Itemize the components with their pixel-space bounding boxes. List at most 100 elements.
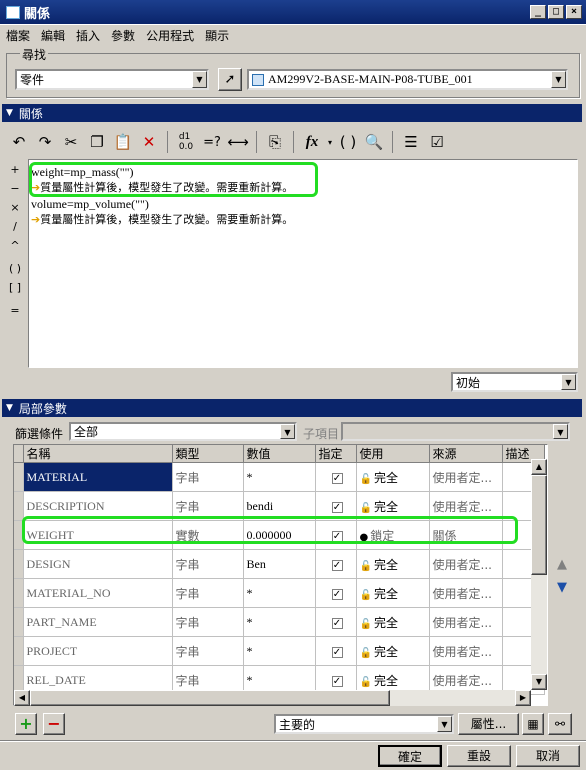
maximize-button[interactable]: □ [548, 5, 564, 19]
parentheses-operator[interactable]: ( ) [5, 259, 25, 278]
param-value-cell[interactable]: * [243, 636, 316, 666]
equals-operator[interactable]: = [5, 301, 25, 320]
power-operator[interactable]: ^ [5, 236, 25, 255]
param-access-cell[interactable]: 🔓 完全 [356, 549, 430, 579]
param-name-cell[interactable]: PROJECT [23, 636, 173, 666]
multiply-operator[interactable]: × [5, 198, 25, 217]
param-type-cell[interactable]: 字串 [172, 636, 244, 666]
designated-checkbox[interactable]: ✓ [331, 617, 343, 629]
designated-checkbox[interactable]: ✓ [331, 559, 343, 571]
redo-icon[interactable]: ↷ [32, 130, 58, 154]
table-row[interactable]: PART_NAME 字串 * ✓ 🔓 完全 使用者定... [14, 607, 545, 637]
view-select[interactable]: 初始 ▼ [451, 372, 578, 392]
chevron-down-icon[interactable]: ▼ [280, 424, 295, 439]
menu-insert[interactable]: 插入 [76, 27, 100, 44]
table-row[interactable]: PROJECT 字串 * ✓ 🔓 完全 使用者定... [14, 636, 545, 666]
plus-operator[interactable]: + [5, 160, 25, 179]
param-source-cell[interactable]: 使用者定... [429, 549, 503, 579]
param-access-cell[interactable]: 🔓 完全 [356, 636, 430, 666]
brackets-operator[interactable]: [ ] [5, 278, 25, 297]
designated-checkbox[interactable]: ✓ [331, 472, 343, 484]
menu-file[interactable]: 檔案 [6, 27, 30, 44]
menu-edit[interactable]: 編輯 [41, 27, 65, 44]
scroll-right-button[interactable]: ▶ [515, 690, 531, 706]
scroll-thumb[interactable] [531, 475, 547, 575]
table-view-icon[interactable]: ▦ [522, 713, 544, 735]
chevron-down-icon[interactable]: ▼ [192, 71, 207, 88]
subitem-select[interactable]: ▼ [341, 422, 570, 441]
designated-checkbox[interactable]: ✓ [331, 501, 343, 513]
dimension-icon[interactable]: ⟷ [225, 130, 251, 154]
param-name-cell[interactable]: DESIGN [23, 549, 173, 579]
properties-button[interactable]: 屬性... [458, 713, 519, 735]
table-row[interactable]: MATERIAL_NO 字串 * ✓ 🔓 完全 使用者定... [14, 578, 545, 608]
table-row[interactable]: MATERIAL 字串 * ✓ 🔓 完全 使用者定... [14, 462, 545, 492]
scroll-up-button[interactable]: ▲ [531, 459, 547, 475]
column-header[interactable]: 指定 [315, 445, 357, 463]
close-button[interactable]: × [566, 5, 582, 19]
add-parameter-button[interactable]: + [15, 713, 37, 735]
select-pointer-button[interactable]: ➚ [218, 68, 242, 91]
param-type-cell[interactable]: 字串 [172, 578, 244, 608]
chevron-down-icon[interactable]: ▼ [437, 716, 452, 732]
column-header[interactable]: 數值 [243, 445, 316, 463]
undo-icon[interactable]: ↶ [6, 130, 32, 154]
cancel-button[interactable]: 取消 [516, 745, 580, 767]
param-source-cell[interactable]: 使用者定... [429, 636, 503, 666]
column-header[interactable]: 使用 [356, 445, 430, 463]
scroll-left-button[interactable]: ◀ [14, 690, 30, 706]
relations-section-header[interactable]: ▼ 關係 [2, 104, 582, 122]
param-type-cell[interactable]: 字串 [172, 549, 244, 579]
main-select[interactable]: 主要的 ▼ [274, 714, 454, 734]
type-select[interactable]: 零件 ▼ [15, 69, 209, 90]
chevron-down-icon[interactable]: ▾ [325, 130, 335, 154]
param-designated-cell[interactable]: ✓ [315, 636, 357, 666]
menu-display[interactable]: 顯示 [205, 27, 229, 44]
column-header[interactable]: 類型 [172, 445, 244, 463]
param-name-cell[interactable]: MATERIAL [23, 462, 173, 492]
minus-operator[interactable]: − [5, 179, 25, 198]
param-access-cell[interactable]: 🔓 完全 [356, 462, 430, 492]
scroll-thumb[interactable] [30, 690, 390, 706]
param-source-cell[interactable]: 使用者定... [429, 607, 503, 637]
param-source-cell[interactable]: 使用者定... [429, 462, 503, 492]
table-row[interactable]: DESIGN 字串 Ben ✓ 🔓 完全 使用者定... [14, 549, 545, 579]
cut-icon[interactable]: ✂ [58, 130, 84, 154]
param-value-cell[interactable]: * [243, 578, 316, 608]
lock-search-icon[interactable]: 🔍 [361, 130, 387, 154]
scroll-down-button[interactable]: ▼ [531, 674, 547, 690]
param-designated-cell[interactable]: ✓ [315, 578, 357, 608]
chevron-down-icon[interactable]: ▼ [561, 374, 576, 390]
minimize-button[interactable]: _ [530, 5, 546, 19]
menu-parameters[interactable]: 參數 [111, 27, 135, 44]
column-header[interactable]: 名稱 [23, 445, 173, 463]
param-value-cell[interactable]: Ben [243, 549, 316, 579]
parameters-icon[interactable]: ( ) [335, 130, 361, 154]
function-icon[interactable]: fx [299, 130, 325, 154]
column-header[interactable]: 來源 [429, 445, 503, 463]
sort-relations-icon[interactable]: ⎘ [262, 130, 288, 154]
param-designated-cell[interactable]: ✓ [315, 607, 357, 637]
param-access-cell[interactable]: 🔓 完全 [356, 607, 430, 637]
binoculars-icon[interactable]: ⚯ [548, 713, 572, 735]
horizontal-scrollbar[interactable]: ◀ ▶ [14, 690, 531, 706]
local-params-section-header[interactable]: ▼ 局部參數 [2, 399, 582, 417]
verify-icon[interactable]: ☑ [424, 130, 450, 154]
param-name-cell[interactable]: MATERIAL_NO [23, 578, 173, 608]
move-up-icon[interactable]: ▲ [557, 557, 567, 572]
move-down-icon[interactable]: ▼ [557, 580, 567, 595]
evaluate-icon[interactable]: =? [199, 130, 225, 154]
param-designated-cell[interactable]: ✓ [315, 549, 357, 579]
filter-select[interactable]: 全部 ▼ [69, 422, 297, 441]
vertical-scrollbar[interactable]: ▲ ▼ [531, 459, 547, 690]
ok-button[interactable]: 確定 [378, 745, 442, 767]
model-select[interactable]: AM299V2-BASE-MAIN-P08-TUBE_001 ▼ [247, 69, 568, 90]
chevron-down-icon[interactable]: ▼ [551, 71, 566, 88]
copy-icon[interactable]: ❐ [84, 130, 110, 154]
show-values-icon[interactable]: d1 0.0 [173, 130, 199, 154]
divide-operator[interactable]: / [5, 217, 25, 236]
param-source-cell[interactable]: 使用者定... [429, 578, 503, 608]
param-type-cell[interactable]: 字串 [172, 462, 244, 492]
param-designated-cell[interactable]: ✓ [315, 462, 357, 492]
param-name-cell[interactable]: PART_NAME [23, 607, 173, 637]
